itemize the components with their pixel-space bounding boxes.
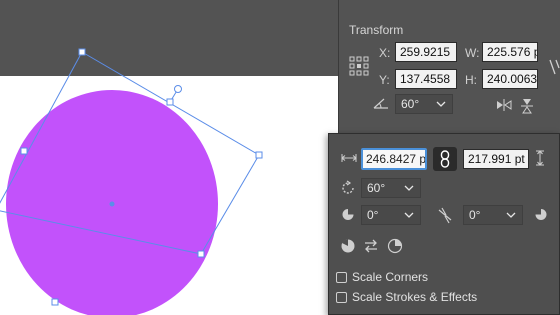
shear1-value: 0° (367, 208, 379, 222)
reference-point-icon[interactable] (349, 56, 369, 76)
shear-icon (342, 209, 354, 220)
height-icon (536, 150, 544, 166)
panel-title: Transform (349, 23, 404, 37)
scale-corners-label[interactable]: Scale Corners (352, 270, 428, 284)
chevron-down-icon (404, 185, 414, 191)
w-field[interactable]: 225.576 p (482, 42, 538, 62)
x-field[interactable]: 259.9215 (395, 42, 457, 62)
rotate-value: 60° (367, 181, 386, 195)
flip-horizontal-icon[interactable] (496, 98, 512, 112)
h-field[interactable]: 240.0063 (482, 69, 538, 89)
chevron-down-icon (404, 212, 414, 218)
angle-dropdown[interactable]: 60° (395, 94, 453, 114)
height-field[interactable]: 217.991 pt (463, 149, 529, 169)
w-label: W: (465, 46, 480, 60)
constrain-proportions-button[interactable] (433, 147, 457, 171)
unlink-icon[interactable] (437, 206, 453, 224)
y-field[interactable]: 137.4558 (395, 69, 457, 89)
shear2-dropdown[interactable]: 0° (463, 205, 523, 225)
angle-icon (373, 98, 388, 109)
shear-right-icon (535, 209, 547, 220)
x-label: X: (379, 46, 391, 60)
chevron-down-icon (436, 101, 446, 107)
transform-popover: 246.8427 pt 217.991 pt 60° 0° 0° Scale C… (328, 133, 560, 315)
y-label: Y: (379, 73, 390, 87)
rotate-dropdown[interactable]: 60° (361, 178, 421, 198)
rotate-handle[interactable] (174, 85, 182, 93)
constrain-link-icon[interactable] (547, 58, 560, 76)
chevron-down-icon (506, 212, 516, 218)
canvas-artwork[interactable] (0, 0, 340, 315)
width-icon (341, 154, 357, 162)
h-label: H: (465, 73, 477, 87)
scale-corners-checkbox[interactable] (336, 272, 347, 283)
width-field[interactable]: 246.8427 pt (361, 148, 427, 170)
shear2-value: 0° (469, 208, 481, 222)
scale-strokes-label[interactable]: Scale Strokes & Effects (352, 290, 477, 304)
pie-outline-icon[interactable] (387, 238, 403, 254)
constrain-link-icon (440, 150, 450, 168)
flip-vertical-icon[interactable] (520, 98, 534, 114)
rotate-icon (342, 180, 354, 194)
center-point (109, 201, 115, 207)
pie-icon[interactable] (340, 238, 356, 254)
shear1-dropdown[interactable]: 0° (361, 205, 421, 225)
angle-value: 60° (401, 97, 420, 111)
swap-icon[interactable] (363, 238, 379, 254)
scale-strokes-checkbox[interactable] (336, 292, 347, 303)
